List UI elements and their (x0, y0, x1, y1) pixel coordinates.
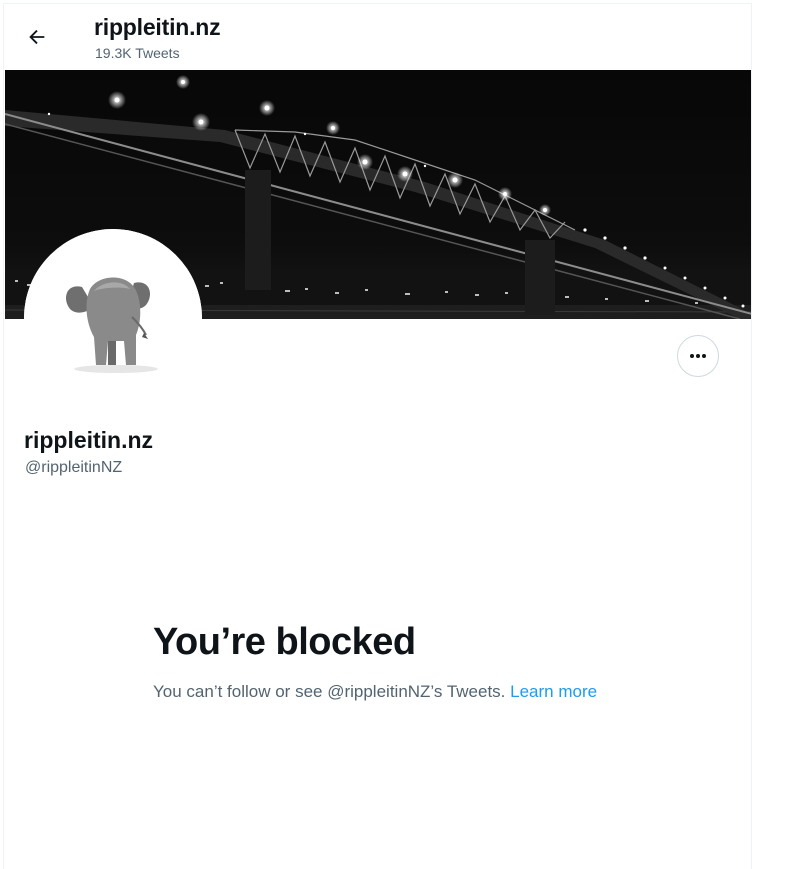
elephant-image (24, 229, 202, 407)
more-options-button[interactable] (677, 335, 719, 377)
back-button[interactable] (20, 20, 54, 54)
blocked-message-text: You can’t follow or see @rippleitinNZ’s … (153, 682, 506, 701)
arrow-left-icon (29, 29, 45, 45)
learn-more-link[interactable]: Learn more (510, 682, 597, 701)
blocked-message: You can’t follow or see @rippleitinNZ’s … (153, 679, 623, 704)
profile-column: rippleitin.nz 19.3K Tweets rippleitin.nz… (3, 3, 752, 869)
avatar[interactable] (24, 229, 202, 407)
header-title: rippleitin.nz (94, 14, 221, 40)
user-handle: @rippleitinNZ (25, 459, 123, 476)
blocked-heading: You’re blocked (153, 621, 416, 663)
profile-header: rippleitin.nz 19.3K Tweets (4, 4, 751, 70)
more-horizontal-icon (690, 354, 706, 358)
display-name: rippleitin.nz (24, 427, 154, 453)
tweet-count: 19.3K Tweets (95, 45, 180, 61)
